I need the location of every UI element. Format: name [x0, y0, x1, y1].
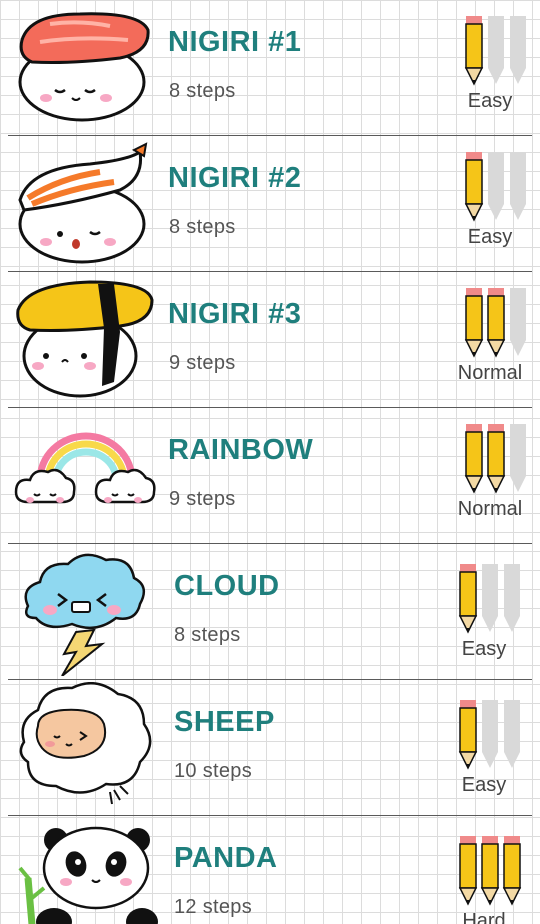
pencil-empty-icon — [482, 564, 498, 632]
item-title: PANDA — [174, 842, 278, 874]
difficulty-pencils — [464, 288, 526, 358]
difficulty-pencils — [464, 152, 526, 222]
item-steps: 9 steps — [169, 488, 236, 510]
item-title: NIGIRI #2 — [168, 162, 302, 194]
pencil-empty-icon — [488, 16, 504, 84]
pencil-icon — [486, 424, 506, 494]
sheep-icon — [19, 682, 152, 805]
item-steps: 8 steps — [169, 216, 236, 238]
pencil-empty-icon — [510, 288, 526, 356]
pencil-empty-icon — [510, 152, 526, 220]
difficulty-pencils — [458, 836, 522, 906]
item-steps: 10 steps — [174, 760, 253, 782]
pencil-icon — [486, 288, 506, 358]
difficulty-label: Hard — [462, 910, 506, 924]
difficulty-pencils — [458, 700, 520, 770]
item-steps: 8 steps — [169, 80, 236, 102]
pencil-icon — [464, 152, 484, 222]
tamago-nigiri-icon — [16, 280, 154, 398]
item-title: NIGIRI #3 — [168, 298, 302, 330]
pencil-icon — [464, 424, 484, 494]
salmon-nigiri-icon — [18, 12, 150, 122]
item-title: RAINBOW — [168, 434, 314, 466]
list-item[interactable]: NIGIRI #1 8 steps Easy — [8, 0, 532, 136]
pencil-empty-icon — [504, 700, 520, 768]
pencil-icon — [502, 836, 522, 906]
list-item[interactable]: NIGIRI #3 9 steps Normal — [8, 272, 532, 408]
pencil-empty-icon — [504, 564, 520, 632]
pencil-icon — [458, 836, 478, 906]
pencil-empty-icon — [510, 424, 526, 492]
difficulty-label: Easy — [461, 774, 507, 796]
list-item[interactable]: SHEEP 10 steps Easy — [8, 680, 532, 816]
rainbow-icon — [14, 432, 156, 504]
difficulty-pencils — [458, 564, 520, 634]
item-steps: 8 steps — [174, 624, 241, 646]
difficulty-label: Easy — [461, 638, 507, 660]
shrimp-nigiri-icon — [18, 142, 148, 264]
item-title: SHEEP — [174, 706, 275, 738]
pencil-icon — [464, 288, 484, 358]
pencil-empty-icon — [488, 152, 504, 220]
item-steps: 12 steps — [174, 896, 253, 918]
pencil-icon — [458, 700, 478, 770]
pencil-empty-icon — [510, 16, 526, 84]
list-item[interactable]: NIGIRI #2 8 steps Easy — [8, 136, 532, 272]
storm-cloud-icon — [24, 553, 146, 676]
difficulty-label: Easy — [467, 226, 513, 248]
pencil-icon — [480, 836, 500, 906]
difficulty-label: Normal — [457, 362, 523, 384]
pencil-icon — [464, 16, 484, 86]
difficulty-pencils — [464, 424, 526, 494]
drawing-lesson-list: NIGIRI #1 8 steps Easy NIGIRI #2 8 steps — [0, 0, 540, 924]
list-item[interactable]: CLOUD 8 steps Easy — [8, 544, 532, 680]
difficulty-label: Easy — [467, 90, 513, 112]
difficulty-label: Normal — [457, 498, 523, 520]
difficulty-pencils — [464, 16, 526, 86]
item-title: NIGIRI #1 — [168, 26, 302, 58]
panda-icon — [18, 826, 158, 924]
item-steps: 9 steps — [169, 352, 236, 374]
list-item[interactable]: PANDA 12 steps Hard — [8, 816, 532, 924]
pencil-empty-icon — [482, 700, 498, 768]
list-item[interactable]: RAINBOW 9 steps Normal — [8, 408, 532, 544]
pencil-icon — [458, 564, 478, 634]
item-title: CLOUD — [174, 570, 280, 602]
